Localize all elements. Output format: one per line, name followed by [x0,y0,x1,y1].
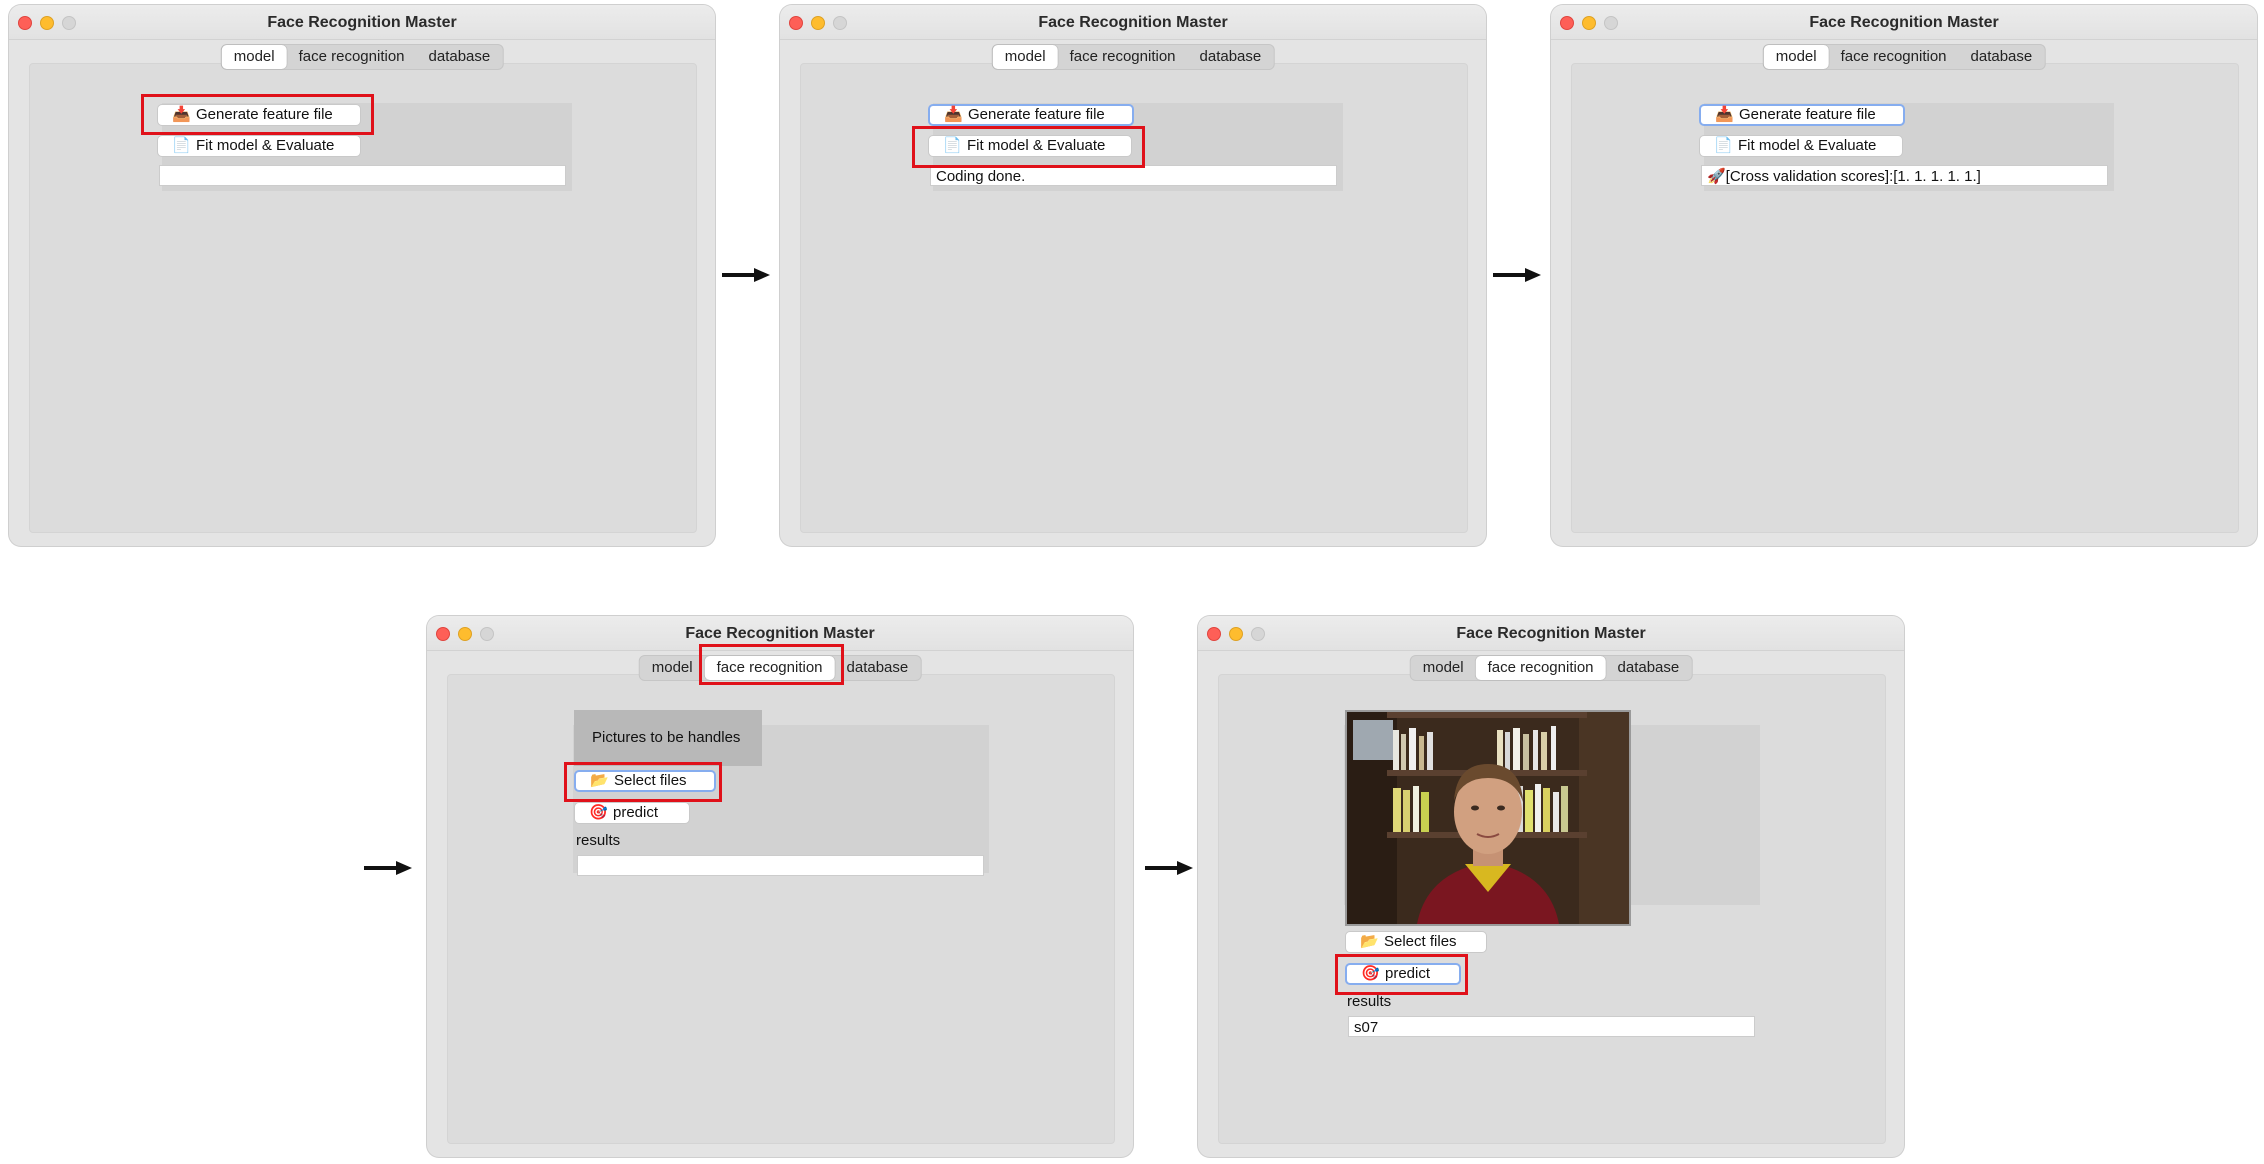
folder-icon: 📂 [1360,933,1379,950]
face-photo-preview [1345,710,1631,926]
select-files-button[interactable]: 📂 Select files [1345,931,1487,953]
step-arrow [1145,861,1193,875]
highlight-box [141,94,374,135]
output-field [159,165,566,186]
highlight-box [912,126,1145,168]
app-window-step-2: Face Recognition Master model face recog… [780,5,1486,546]
window-title: Face Recognition Master [1809,14,1999,31]
fit-model-evaluate-label: Fit model & Evaluate [196,137,335,154]
generate-feature-file-label: Generate feature file [1739,106,1876,123]
highlight-box [699,644,844,685]
select-files-label: Select files [1384,933,1457,950]
results-field: s07 [1348,1016,1755,1037]
tab-bar: model face recognition database [220,44,504,70]
tab-face-recognition[interactable]: face recognition [287,45,417,69]
tab-database[interactable]: database [835,656,921,680]
picture-placeholder: Pictures to be handles [574,710,762,766]
tab-database[interactable]: database [1188,45,1274,69]
tab-face-recognition[interactable]: face recognition [1058,45,1188,69]
tab-face-recognition[interactable]: face recognition [1475,656,1606,680]
output-field: 🚀[Cross validation scores]:[1. 1. 1. 1. … [1701,165,2108,186]
tab-content-panel [447,674,1115,1144]
step-arrow [364,861,412,875]
step-arrow [722,268,770,282]
tab-model[interactable]: model [1411,656,1476,680]
tab-bar: model face recognition database [991,44,1275,70]
fit-model-evaluate-button[interactable]: 📄 Fit model & Evaluate [157,135,361,157]
title-bar: Face Recognition Master [9,5,715,40]
results-label: results [576,832,621,849]
document-icon: 📄 [172,137,191,154]
output-field: Coding done. [930,165,1337,186]
fit-model-evaluate-button[interactable]: 📄 Fit model & Evaluate [1699,135,1903,157]
window-title: Face Recognition Master [267,14,457,31]
results-label: results [1347,993,1392,1010]
app-window-step-4: Face Recognition Master model face recog… [427,616,1133,1157]
predict-label: predict [613,804,659,821]
document-icon: 📄 [1714,137,1733,154]
tab-database[interactable]: database [417,45,503,69]
step-arrow [1493,268,1541,282]
inbox-icon: 📥 [1715,106,1734,123]
results-field [577,855,984,876]
generate-feature-file-label: Generate feature file [968,106,1105,123]
fit-model-evaluate-label: Fit model & Evaluate [1738,137,1877,154]
highlight-box [1335,954,1468,995]
highlight-box [564,762,722,802]
target-icon: 🎯 [589,804,608,821]
tab-content-panel [1571,63,2239,533]
window-title: Face Recognition Master [1456,625,1646,642]
tab-bar: model face recognition database [1409,655,1693,681]
app-window-step-1: Face Recognition Master model face recog… [9,5,715,546]
app-window-step-5: Face Recognition Master model face recog… [1198,616,1904,1157]
tab-model[interactable]: model [221,45,287,69]
inbox-icon: 📥 [944,106,963,123]
tab-face-recognition[interactable]: face recognition [1829,45,1959,69]
title-bar: Face Recognition Master [780,5,1486,40]
title-bar: Face Recognition Master [1551,5,2257,40]
window-title: Face Recognition Master [1038,14,1228,31]
app-window-step-3: Face Recognition Master model face recog… [1551,5,2257,546]
tab-model[interactable]: model [640,656,705,680]
generate-feature-file-button[interactable]: 📥 Generate feature file [1699,104,1905,126]
tab-model[interactable]: model [1763,45,1829,69]
generate-feature-file-button[interactable]: 📥 Generate feature file [928,104,1134,126]
window-title: Face Recognition Master [685,625,875,642]
tab-bar: model face recognition database [1762,44,2046,70]
tab-database[interactable]: database [1606,656,1692,680]
tab-model[interactable]: model [992,45,1058,69]
predict-button[interactable]: 🎯 predict [574,802,690,824]
title-bar: Face Recognition Master [1198,616,1904,651]
tab-database[interactable]: database [1959,45,2045,69]
